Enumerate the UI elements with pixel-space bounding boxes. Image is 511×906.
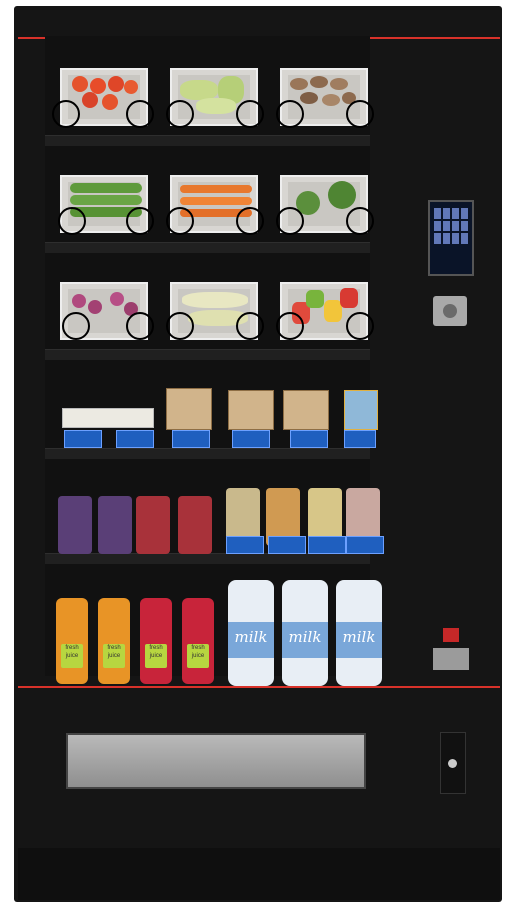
product-box-meal[interactable] [283, 390, 329, 430]
shelf-rail [45, 553, 370, 564]
dispense-spiral [236, 312, 264, 340]
product-jar[interactable] [58, 496, 92, 554]
coin-slot-icon[interactable] [433, 296, 467, 326]
product-box-meal[interactable] [228, 390, 274, 430]
bottom-accent-line [18, 686, 500, 688]
shelf-rail [45, 448, 370, 459]
dispense-spiral [346, 207, 374, 235]
dispense-coil [172, 430, 210, 448]
touch-screen[interactable] [428, 200, 474, 276]
product-milk-bottle[interactable]: milk [228, 580, 274, 686]
card-reader[interactable] [433, 648, 469, 670]
dispense-coil [308, 536, 346, 554]
product-milk-bottle[interactable]: milk [336, 580, 382, 686]
product-juice-bottle[interactable]: fresh juice [56, 598, 88, 684]
dispense-coil [346, 536, 384, 554]
product-juice-bottle[interactable]: fresh juice [140, 598, 172, 684]
dispense-spiral [346, 100, 374, 128]
machine-base [18, 848, 500, 900]
dispense-spiral [126, 207, 154, 235]
dispense-coil [232, 430, 270, 448]
dispense-spiral [276, 207, 304, 235]
dispense-spiral [166, 207, 194, 235]
dispense-spiral [126, 312, 154, 340]
pickup-tray-door[interactable] [66, 733, 366, 789]
shelf-rail [45, 349, 370, 360]
dispense-spiral [236, 100, 264, 128]
dispense-coil [268, 536, 306, 554]
product-jar[interactable] [98, 496, 132, 554]
shelf-rail [45, 242, 370, 253]
dispense-spiral [276, 312, 304, 340]
dispense-spiral [58, 207, 86, 235]
dispense-coil [64, 430, 102, 448]
product-tray-pack[interactable] [62, 408, 154, 428]
dispense-spiral [166, 312, 194, 340]
dispense-spiral [166, 100, 194, 128]
product-jar[interactable] [136, 496, 170, 554]
product-juice-bottle[interactable]: fresh juice [182, 598, 214, 684]
product-box-meal[interactable] [166, 388, 212, 430]
control-panel [405, 48, 487, 643]
dispense-spiral [52, 100, 80, 128]
product-box-snack[interactable] [344, 390, 378, 430]
dispense-coil [344, 430, 376, 448]
dispense-spiral [62, 312, 90, 340]
product-jar[interactable] [178, 496, 212, 554]
product-juice-bottle[interactable]: fresh juice [98, 598, 130, 684]
dispense-spiral [126, 100, 154, 128]
shelf-rail [45, 135, 370, 146]
dispense-spiral [276, 100, 304, 128]
dispense-coil [226, 536, 264, 554]
dispense-spiral [236, 207, 264, 235]
key-lock-icon[interactable] [440, 732, 466, 794]
dispense-coil [290, 430, 328, 448]
product-milk-bottle[interactable]: milk [282, 580, 328, 686]
dispense-spiral [346, 312, 374, 340]
brand-logo-icon [443, 628, 459, 642]
dispense-coil [116, 430, 154, 448]
